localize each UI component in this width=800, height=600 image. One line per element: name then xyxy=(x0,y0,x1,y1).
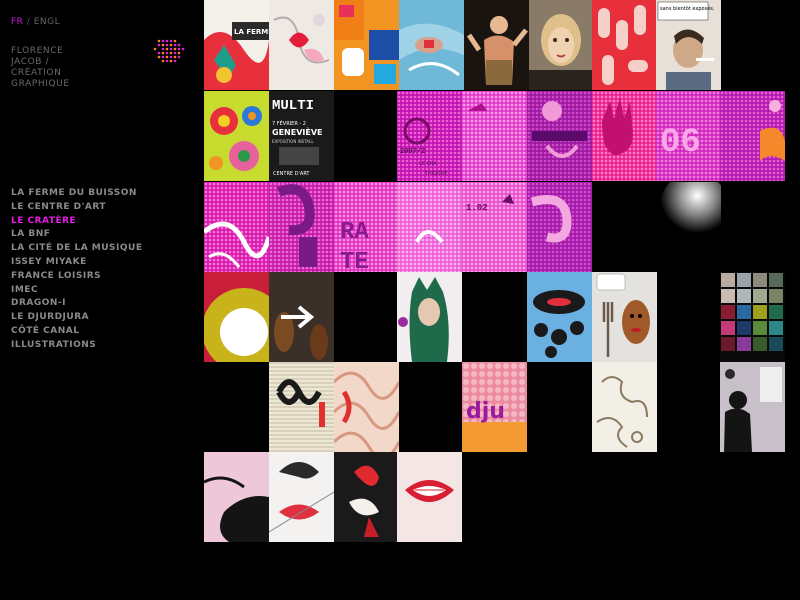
tile-text: TE xyxy=(340,249,369,272)
tile-text: 2007/2 xyxy=(400,148,425,156)
thumbnail-woman-portrait[interactable] xyxy=(529,0,594,90)
thumbnail-ferme-poster[interactable]: LA FERME xyxy=(204,0,269,90)
tile-text: THÉÂTRE xyxy=(424,169,448,177)
tile-speech-text: sans bientôt exposés. xyxy=(660,5,715,12)
tile-text: 7 FÉVRIER - 2 xyxy=(272,119,306,127)
thumbnail-pink-dots-light[interactable] xyxy=(397,182,462,272)
tile-text: LE CRA xyxy=(419,161,437,167)
thumbnail-dancer-photo[interactable] xyxy=(464,0,529,90)
thumbnail-magenta-white-swirl[interactable] xyxy=(204,182,269,272)
thumbnail-red-flower-ink[interactable] xyxy=(334,452,399,542)
thumbnail-flowers-illustration[interactable] xyxy=(204,91,269,181)
thumbnail-date-badge-poster[interactable]: 1.02 xyxy=(462,182,527,272)
thumbnail-swimmers-photo[interactable] xyxy=(399,0,464,90)
thumbnail-djur-dots-poster[interactable]: dju xyxy=(462,362,527,452)
thumbnail-purple-typo-curve[interactable] xyxy=(269,182,334,272)
tile-text: 1.02 xyxy=(466,203,488,213)
thumbnail-organic-pattern[interactable] xyxy=(334,362,399,452)
tile-text: RA xyxy=(340,219,369,246)
thumbnail-pink-black-shape[interactable] xyxy=(204,452,269,542)
thumbnail-magenta-orange-poster[interactable] xyxy=(720,91,785,181)
thumbnail-ornament-pattern[interactable] xyxy=(592,362,657,452)
thumbnail-gradient-sphere[interactable] xyxy=(656,182,721,272)
thumbnail-magenta-dots-poster[interactable]: 2007/2 LE CRA THÉÂTRE xyxy=(397,91,462,181)
thumbnail-floral-drawing[interactable] xyxy=(269,0,334,90)
tile-text: EXPOSITION INSTALL xyxy=(272,139,314,144)
tile-text: dju xyxy=(466,399,505,424)
thumbnail-purple-swirl-poster[interactable] xyxy=(527,182,592,272)
thumbnail-hand-dots-poster[interactable] xyxy=(592,91,657,181)
thumbnail-jar-lid-collage[interactable] xyxy=(527,272,592,362)
thumbnail-pink-dots-pattern[interactable] xyxy=(462,91,527,181)
thumbnail-smoking-man-comic[interactable]: sans bientôt exposés. xyxy=(656,0,721,90)
tile-text: GENEVIÈVE xyxy=(272,126,322,137)
thumbnail-cello-arrow-photo[interactable] xyxy=(269,272,334,362)
thumbnail-yellow-circle-poster[interactable] xyxy=(204,272,269,362)
thumbnail-bird-lips-drawing[interactable] xyxy=(269,452,334,542)
thumbnail-multi-poster[interactable]: MULTI 7 FÉVRIER - 2 GENEVIÈVE EXPOSITION… xyxy=(269,91,334,181)
thumbnail-number-06-poster[interactable]: 06 xyxy=(656,91,721,181)
portfolio-thumbnail-grid: LA FERME xyxy=(0,0,800,600)
thumbnail-color-swatches[interactable] xyxy=(720,272,785,362)
thumbnail-red-lips-illustration[interactable] xyxy=(397,452,462,542)
thumbnail-fork-mask-collage[interactable] xyxy=(592,272,657,362)
tile-text: CENTRE D'ART xyxy=(273,171,310,177)
tile-text: MULTI xyxy=(272,98,314,114)
tile-text: LA FERME xyxy=(234,28,269,36)
thumbnail-cratere-title-poster[interactable]: RA TE xyxy=(334,182,399,272)
thumbnail-silhouette-photo[interactable] xyxy=(720,362,785,452)
thumbnail-striped-swirl[interactable] xyxy=(269,362,334,452)
thumbnail-purple-dots-circle[interactable] xyxy=(527,91,592,181)
thumbnail-orange-blue-poster[interactable] xyxy=(334,0,399,90)
thumbnail-green-hood-figure[interactable] xyxy=(397,272,462,362)
tile-text: 06 xyxy=(660,124,701,162)
thumbnail-red-typo-poster[interactable] xyxy=(592,0,657,90)
